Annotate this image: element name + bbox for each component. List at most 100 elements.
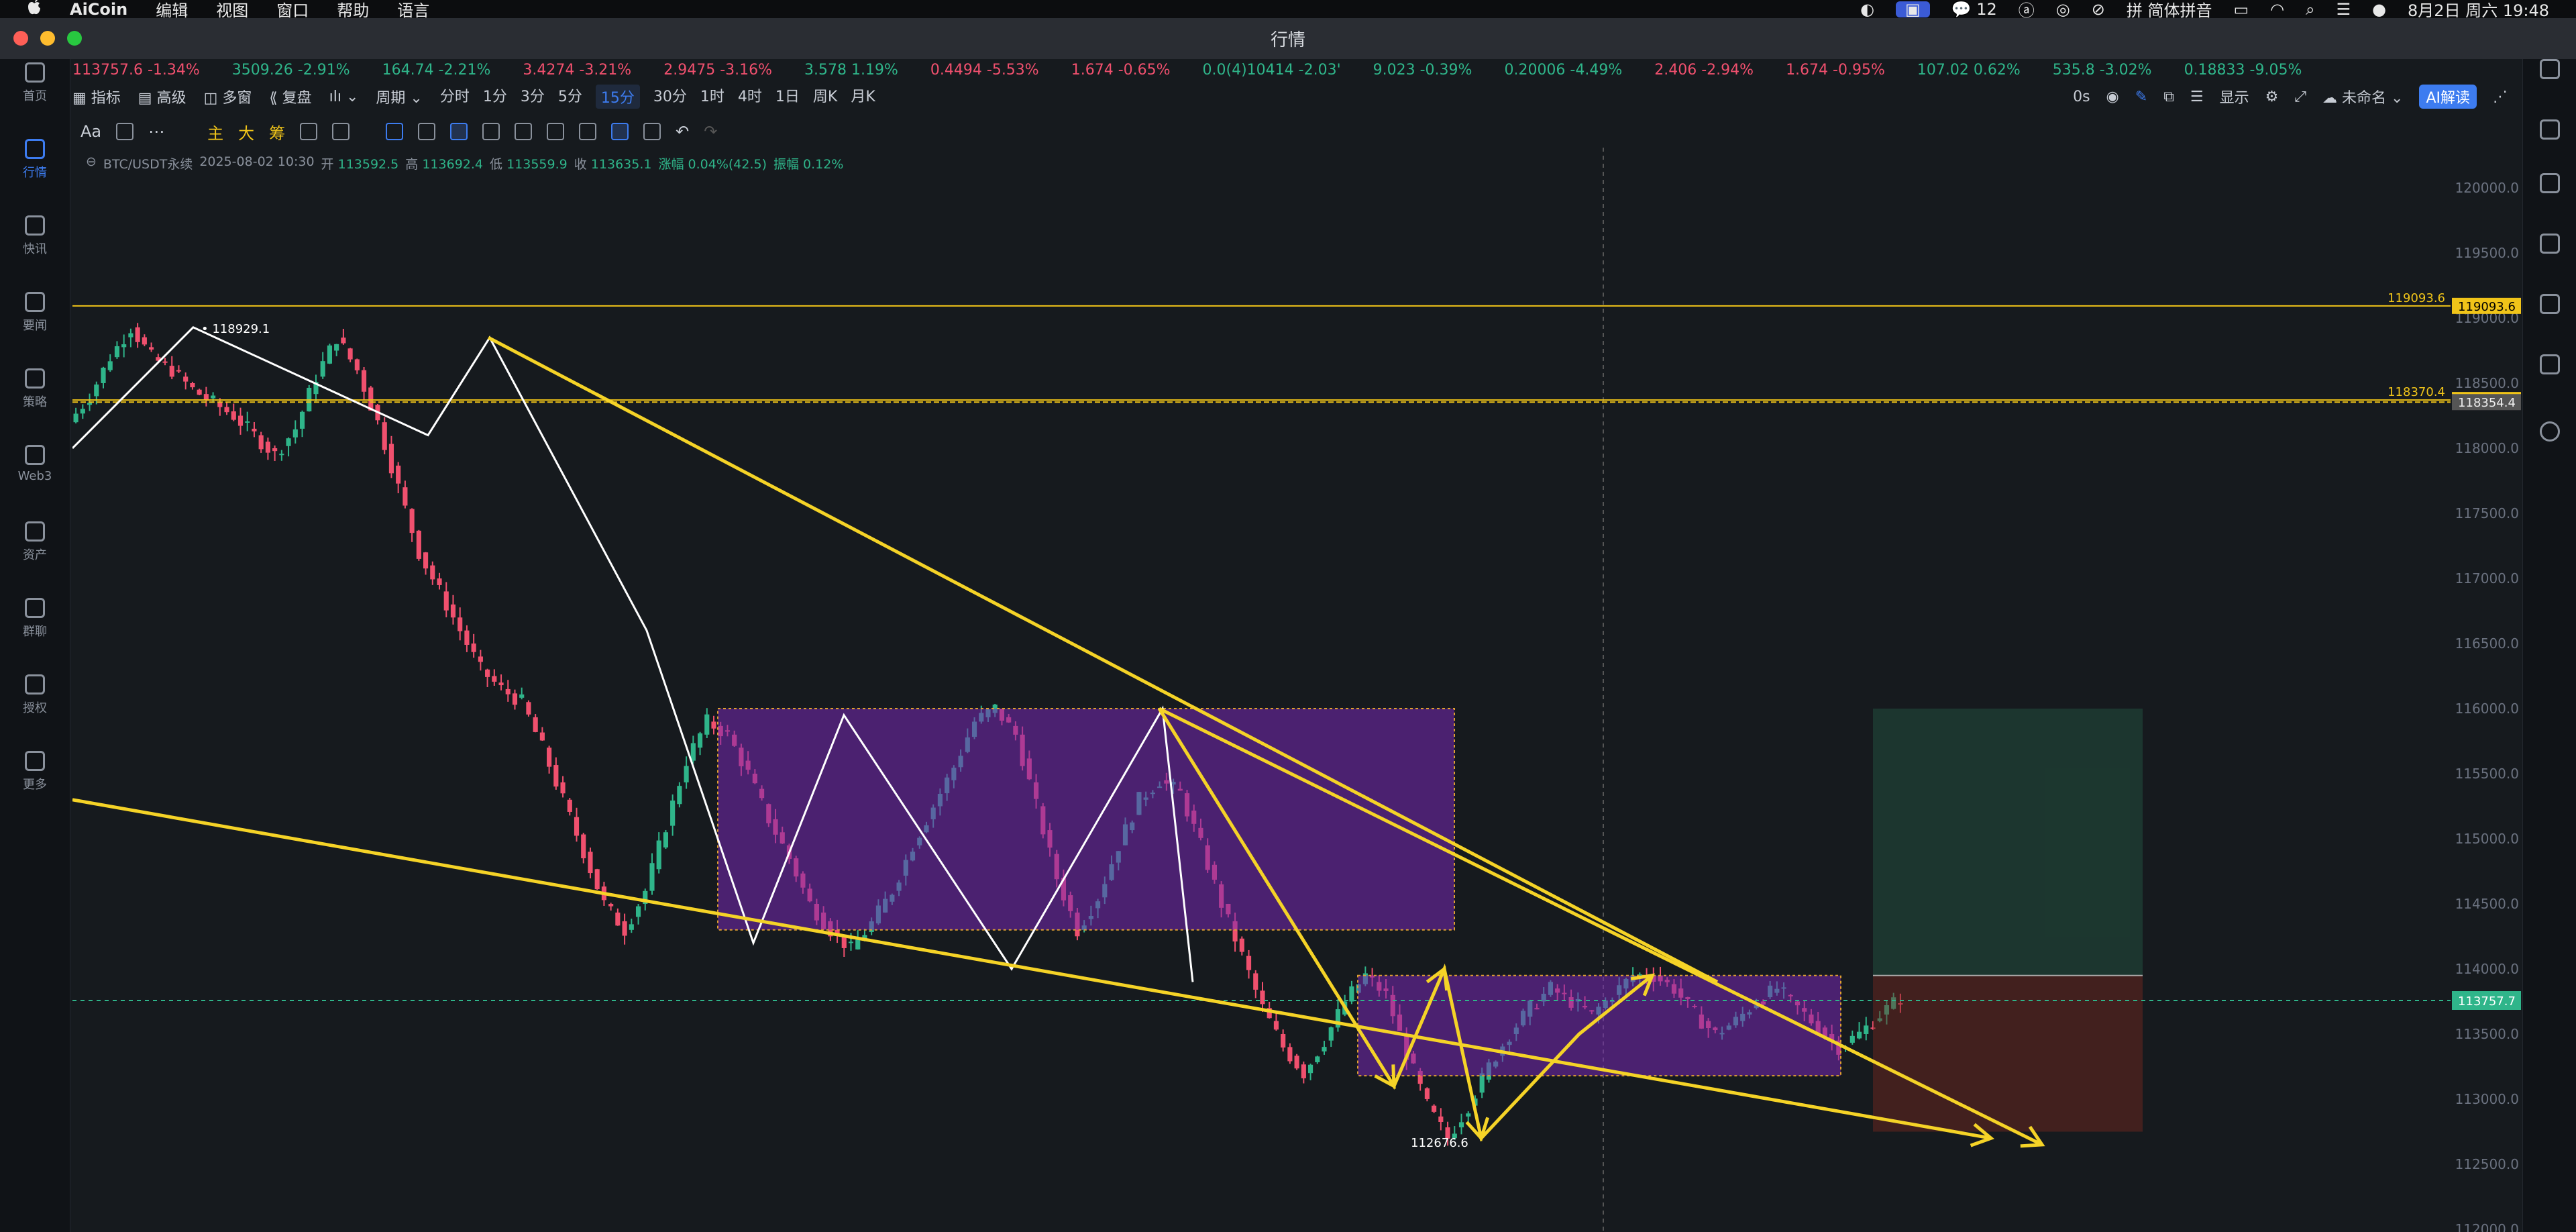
mic-off-icon[interactable]: ⊘ — [2092, 0, 2105, 19]
sidebar-item-5[interactable]: Web3 — [0, 445, 70, 483]
ticker-item[interactable]: 0.18833 -9.05% — [2184, 62, 2302, 79]
ticker-item[interactable]: 535.8 -3.02% — [2053, 62, 2152, 79]
control-center-icon[interactable]: ☰ — [2337, 0, 2351, 19]
interval-tab[interactable]: 周K — [813, 85, 837, 109]
camera-icon[interactable]: ◉ — [2106, 89, 2119, 105]
ticker-item[interactable]: 1.674 -0.65% — [1071, 62, 1171, 79]
battery-icon[interactable]: ▭ — [2233, 0, 2249, 19]
settings-icon[interactable]: ⚙ — [2265, 89, 2279, 105]
trash-icon[interactable] — [643, 123, 661, 140]
ticker-item[interactable]: 2.406 -2.94% — [1654, 62, 1754, 79]
fib-icon[interactable] — [482, 123, 500, 140]
zoom-window-button[interactable] — [67, 31, 82, 46]
pen-icon[interactable]: ✎ — [2135, 89, 2147, 105]
big-order-button[interactable]: 大 — [238, 120, 254, 144]
interval-tab[interactable]: 1分 — [483, 85, 507, 109]
ai-interpret-button[interactable]: AI解读 — [2419, 85, 2477, 109]
ticker-item[interactable]: 1.674 -0.95% — [1786, 62, 1885, 79]
siri-icon[interactable]: ● — [2372, 0, 2386, 19]
layout-icon[interactable]: ⧉ — [2163, 89, 2174, 105]
ticker-item[interactable]: 3509.26 -2.91% — [232, 62, 350, 79]
ticker-item[interactable]: 3.4274 -3.21% — [523, 62, 631, 79]
ticker-item[interactable]: 9.023 -0.39% — [1373, 62, 1472, 79]
sidebar-item-4[interactable]: 策略 — [0, 368, 70, 410]
spotlight-icon[interactable]: ⌕ — [2306, 0, 2314, 19]
sidebar-item-8[interactable]: 授权 — [0, 674, 70, 716]
expand-icon[interactable] — [2540, 59, 2560, 79]
ticker-item[interactable]: 0.0(4)10414 -2.03' — [1203, 62, 1341, 79]
lock-icon[interactable] — [515, 123, 533, 140]
sidebar-item-6[interactable]: 资产 — [0, 521, 70, 563]
ticker-item[interactable]: 0.20006 -4.49% — [1504, 62, 1622, 79]
replay-button[interactable]: ⟪ 复盘 — [269, 86, 311, 107]
ticker-item[interactable]: 164.74 -2.21% — [382, 62, 491, 79]
period-dropdown[interactable]: 周期 ⌄ — [376, 86, 422, 107]
sync-icon[interactable]: ◎ — [2056, 0, 2070, 19]
candle-body — [299, 411, 305, 429]
sidebar-item-3[interactable]: 要闻 — [0, 292, 70, 333]
depth-icon[interactable] — [2540, 234, 2560, 254]
interval-tab[interactable]: 3分 — [521, 85, 545, 109]
candle-body — [635, 906, 641, 917]
candle-body — [1349, 986, 1354, 1002]
interval-tab[interactable]: 30分 — [653, 85, 687, 109]
ticker-item[interactable]: 107.02 0.62% — [1917, 62, 2021, 79]
sidebar-item-9[interactable]: 更多 — [0, 751, 70, 792]
interval-tab[interactable]: 5分 — [558, 85, 582, 109]
status-app-icon[interactable]: ◐ — [1860, 0, 1874, 19]
redo-icon[interactable]: ↷ — [704, 122, 717, 141]
wechat-icon[interactable]: 💬 12 — [1951, 0, 1997, 19]
interval-tab[interactable]: 4时 — [738, 85, 762, 109]
orderbook-icon[interactable] — [2540, 119, 2560, 140]
ticker-item[interactable]: 2.9475 -3.16% — [663, 62, 772, 79]
trades-icon[interactable] — [2540, 173, 2560, 193]
ticker-item[interactable]: 3.578 1.19% — [804, 62, 898, 79]
filter-icon[interactable] — [611, 123, 629, 140]
screen-share-icon[interactable]: ▣ — [1896, 0, 1930, 19]
close-window-button[interactable] — [13, 31, 28, 46]
candle-body — [498, 682, 504, 686]
ruler-icon[interactable] — [332, 123, 350, 140]
ticker-item[interactable]: 0.4494 -5.53% — [930, 62, 1039, 79]
indicator-button[interactable]: ▦ 指标 — [72, 86, 121, 107]
trendline-icon[interactable] — [450, 123, 468, 140]
text-size-button[interactable]: Aa — [80, 122, 101, 141]
app-menu[interactable]: AiCoin — [70, 0, 127, 19]
fullscreen-icon[interactable]: ⤢ — [2294, 89, 2306, 105]
candle-type-button[interactable]: ılı ⌄ — [329, 89, 359, 105]
list-icon[interactable]: ☰ — [2190, 89, 2204, 105]
speed-icon[interactable] — [2540, 421, 2560, 442]
candle-body — [1307, 1064, 1313, 1074]
price-chart[interactable]: 112000.0 112500.0 113000.0 113500.0 114000.0… — [72, 148, 2521, 1232]
interval-tab[interactable]: 月K — [851, 85, 875, 109]
alert-icon[interactable] — [300, 123, 318, 140]
interval-tab[interactable]: 15分 — [595, 85, 640, 109]
card-icon[interactable] — [2540, 354, 2560, 374]
minimize-window-button[interactable] — [40, 31, 55, 46]
brush-icon[interactable] — [116, 123, 134, 140]
multi-window-button[interactable]: ◫ 多窗 — [204, 86, 252, 107]
chip-button[interactable]: 筹 — [269, 120, 285, 144]
interval-tab[interactable]: 1日 — [775, 85, 800, 109]
eye-icon[interactable] — [547, 123, 565, 140]
ticker-item[interactable]: 113757.6 -1.34% — [72, 62, 200, 79]
interval-tab[interactable]: 1时 — [700, 85, 724, 109]
more-icon[interactable]: ⋯ — [148, 122, 164, 141]
crop-icon[interactable] — [386, 123, 404, 140]
pencil-icon[interactable] — [418, 123, 436, 140]
layout-name-dropdown[interactable]: ☁ 未命名 ⌄ — [2322, 86, 2403, 107]
sidebar-item-2[interactable]: 快讯 — [0, 215, 70, 257]
main-force-button[interactable]: 主 — [207, 120, 223, 144]
wifi-icon[interactable]: ◠ — [2270, 0, 2284, 19]
apple-logo-icon[interactable] — [27, 0, 42, 19]
magnet-icon[interactable] — [579, 123, 597, 140]
undo-icon[interactable]: ↶ — [676, 122, 689, 141]
monitor-icon[interactable] — [2540, 294, 2560, 314]
sidebar-item-0[interactable]: 首页 — [0, 62, 70, 104]
display-button[interactable]: 显示 — [2220, 86, 2249, 107]
share-icon[interactable]: ⋰ — [2493, 89, 2508, 105]
sidebar-item-1[interactable]: 行情 — [0, 139, 70, 181]
sidebar-item-7[interactable]: 群聊 — [0, 598, 70, 639]
advanced-button[interactable]: ▤ 高级 — [138, 86, 186, 107]
interval-tab[interactable]: 分时 — [440, 85, 470, 109]
